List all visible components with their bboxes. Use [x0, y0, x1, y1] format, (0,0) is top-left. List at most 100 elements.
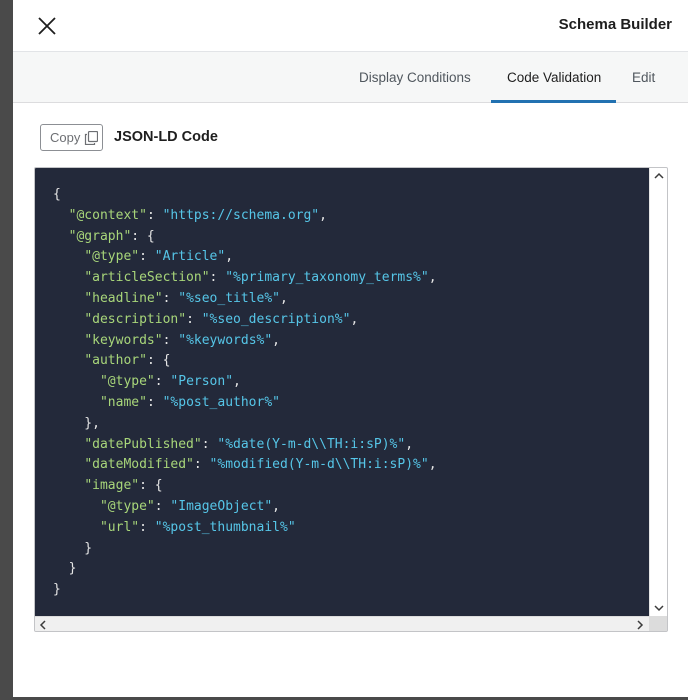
- json-string: "Article": [154, 249, 226, 265]
- panel-header: Schema Builder: [13, 0, 688, 52]
- code-line: "author": {: [53, 353, 170, 368]
- chevron-left-icon: [39, 620, 46, 630]
- code-line: "@type": "Article",: [53, 249, 233, 264]
- code-line: "url": "%post_thumbnail%": [53, 520, 296, 535]
- scrollbar-corner: [649, 616, 667, 631]
- code-line: "@context": "https://schema.org",: [53, 208, 327, 223]
- json-key: "keywords": [84, 332, 163, 348]
- json-punctuation: [53, 437, 84, 452]
- code-line: {: [53, 187, 61, 202]
- schema-builder-panel: Schema Builder Display Conditions Code V…: [13, 0, 688, 697]
- json-key: "@type": [99, 374, 155, 390]
- json-punctuation: :: [209, 270, 226, 286]
- json-punctuation: ,: [319, 207, 327, 223]
- code-line: "description": "%seo_description%",: [53, 312, 358, 327]
- json-punctuation: }: [53, 540, 93, 556]
- json-string: "%seo_description%": [201, 311, 351, 327]
- json-key: "@context": [68, 207, 147, 223]
- code-area[interactable]: { "@context": "https://schema.org", "@gr…: [35, 168, 649, 616]
- json-punctuation: :: [162, 290, 179, 306]
- tab-code-validation[interactable]: Code Validation: [507, 52, 601, 103]
- json-key: "author": [84, 353, 147, 369]
- code-line: }: [53, 541, 92, 556]
- json-punctuation: [53, 457, 84, 472]
- code-line: "articleSection": "%primary_taxonomy_ter…: [53, 270, 437, 286]
- json-punctuation: [53, 395, 100, 410]
- section-title: JSON-LD Code: [114, 129, 218, 145]
- code-line: "@type": "Person",: [53, 374, 241, 389]
- json-punctuation: ,: [405, 436, 414, 452]
- json-punctuation: [53, 353, 84, 368]
- json-punctuation: :: [146, 394, 163, 410]
- json-punctuation: ,: [272, 498, 280, 514]
- json-punctuation: [53, 270, 84, 285]
- json-punctuation: ,: [233, 374, 241, 390]
- copy-button[interactable]: Copy: [40, 124, 103, 151]
- json-punctuation: [53, 312, 84, 327]
- json-punctuation: }: [53, 582, 61, 598]
- json-punctuation: : {: [131, 228, 155, 244]
- json-punctuation: [53, 229, 69, 244]
- vertical-scrollbar[interactable]: [649, 168, 667, 616]
- json-key: "datePublished": [84, 436, 202, 452]
- json-key: "@graph": [68, 228, 132, 244]
- json-string: "%date(Y-m-d\\TH:i:sP)%": [217, 436, 406, 452]
- json-string: "%primary_taxonomy_terms%": [225, 270, 429, 286]
- json-punctuation: [53, 374, 100, 389]
- scroll-right-button[interactable]: [636, 620, 644, 630]
- json-key: "name": [99, 394, 147, 410]
- code-editor[interactable]: { "@context": "https://schema.org", "@gr…: [34, 167, 668, 632]
- json-punctuation: [53, 520, 100, 535]
- json-string: "Person": [170, 374, 234, 390]
- json-key: "dateModified": [84, 457, 194, 473]
- json-key: "url": [99, 519, 140, 535]
- json-string: "%post_thumbnail%": [154, 519, 296, 535]
- json-key: "description": [84, 311, 187, 327]
- scroll-down-button[interactable]: [654, 604, 664, 612]
- json-punctuation: ,: [225, 249, 234, 265]
- page-title: Schema Builder: [558, 16, 672, 33]
- code-line: "@type": "ImageObject",: [53, 499, 280, 514]
- json-punctuation: :: [146, 207, 163, 223]
- tab-display-conditions[interactable]: Display Conditions: [359, 52, 471, 103]
- copy-icon: [85, 130, 99, 145]
- scroll-up-button[interactable]: [654, 172, 664, 180]
- json-key: "image": [84, 478, 140, 494]
- json-punctuation: ,: [428, 270, 437, 286]
- json-punctuation: ,: [350, 311, 359, 327]
- chevron-up-icon: [654, 172, 664, 179]
- code-line: },: [53, 416, 100, 431]
- code-line: "image": {: [53, 478, 163, 494]
- json-punctuation: [53, 249, 84, 264]
- json-punctuation: {: [53, 187, 61, 202]
- close-button[interactable]: [37, 16, 57, 36]
- chevron-down-icon: [654, 605, 664, 612]
- tab-edit[interactable]: Edit: [632, 52, 655, 103]
- json-punctuation: :: [186, 311, 202, 327]
- json-ld-code[interactable]: { "@context": "https://schema.org", "@gr…: [53, 185, 437, 601]
- horizontal-scrollbar[interactable]: [35, 616, 649, 631]
- code-line: "@graph": {: [53, 229, 155, 244]
- code-line: "headline": "%seo_title%",: [53, 291, 288, 306]
- json-punctuation: [53, 291, 84, 306]
- active-tab-indicator: [491, 100, 616, 103]
- json-punctuation: :: [201, 436, 218, 452]
- json-key: "@type": [84, 249, 140, 265]
- json-punctuation: :: [193, 457, 210, 473]
- json-punctuation: }: [53, 561, 77, 577]
- json-punctuation: [53, 499, 100, 514]
- code-line: "name": "%post_author%": [53, 395, 280, 410]
- json-key: "@type": [99, 498, 155, 514]
- json-punctuation: :: [139, 519, 155, 535]
- scroll-left-button[interactable]: [39, 620, 47, 630]
- json-string: "ImageObject": [170, 498, 273, 514]
- json-string: "%seo_title%": [178, 290, 280, 306]
- json-punctuation: : {: [146, 353, 171, 369]
- json-punctuation: :: [139, 249, 155, 265]
- json-punctuation: [53, 208, 69, 223]
- json-string: "%keywords%": [178, 332, 273, 348]
- tab-bar: Display Conditions Code Validation Edit: [13, 52, 688, 103]
- copy-button-label: Copy: [50, 130, 81, 145]
- code-line: "dateModified": "%modified(Y-m-d\\TH:i:s…: [53, 457, 436, 473]
- json-punctuation: : {: [139, 478, 163, 494]
